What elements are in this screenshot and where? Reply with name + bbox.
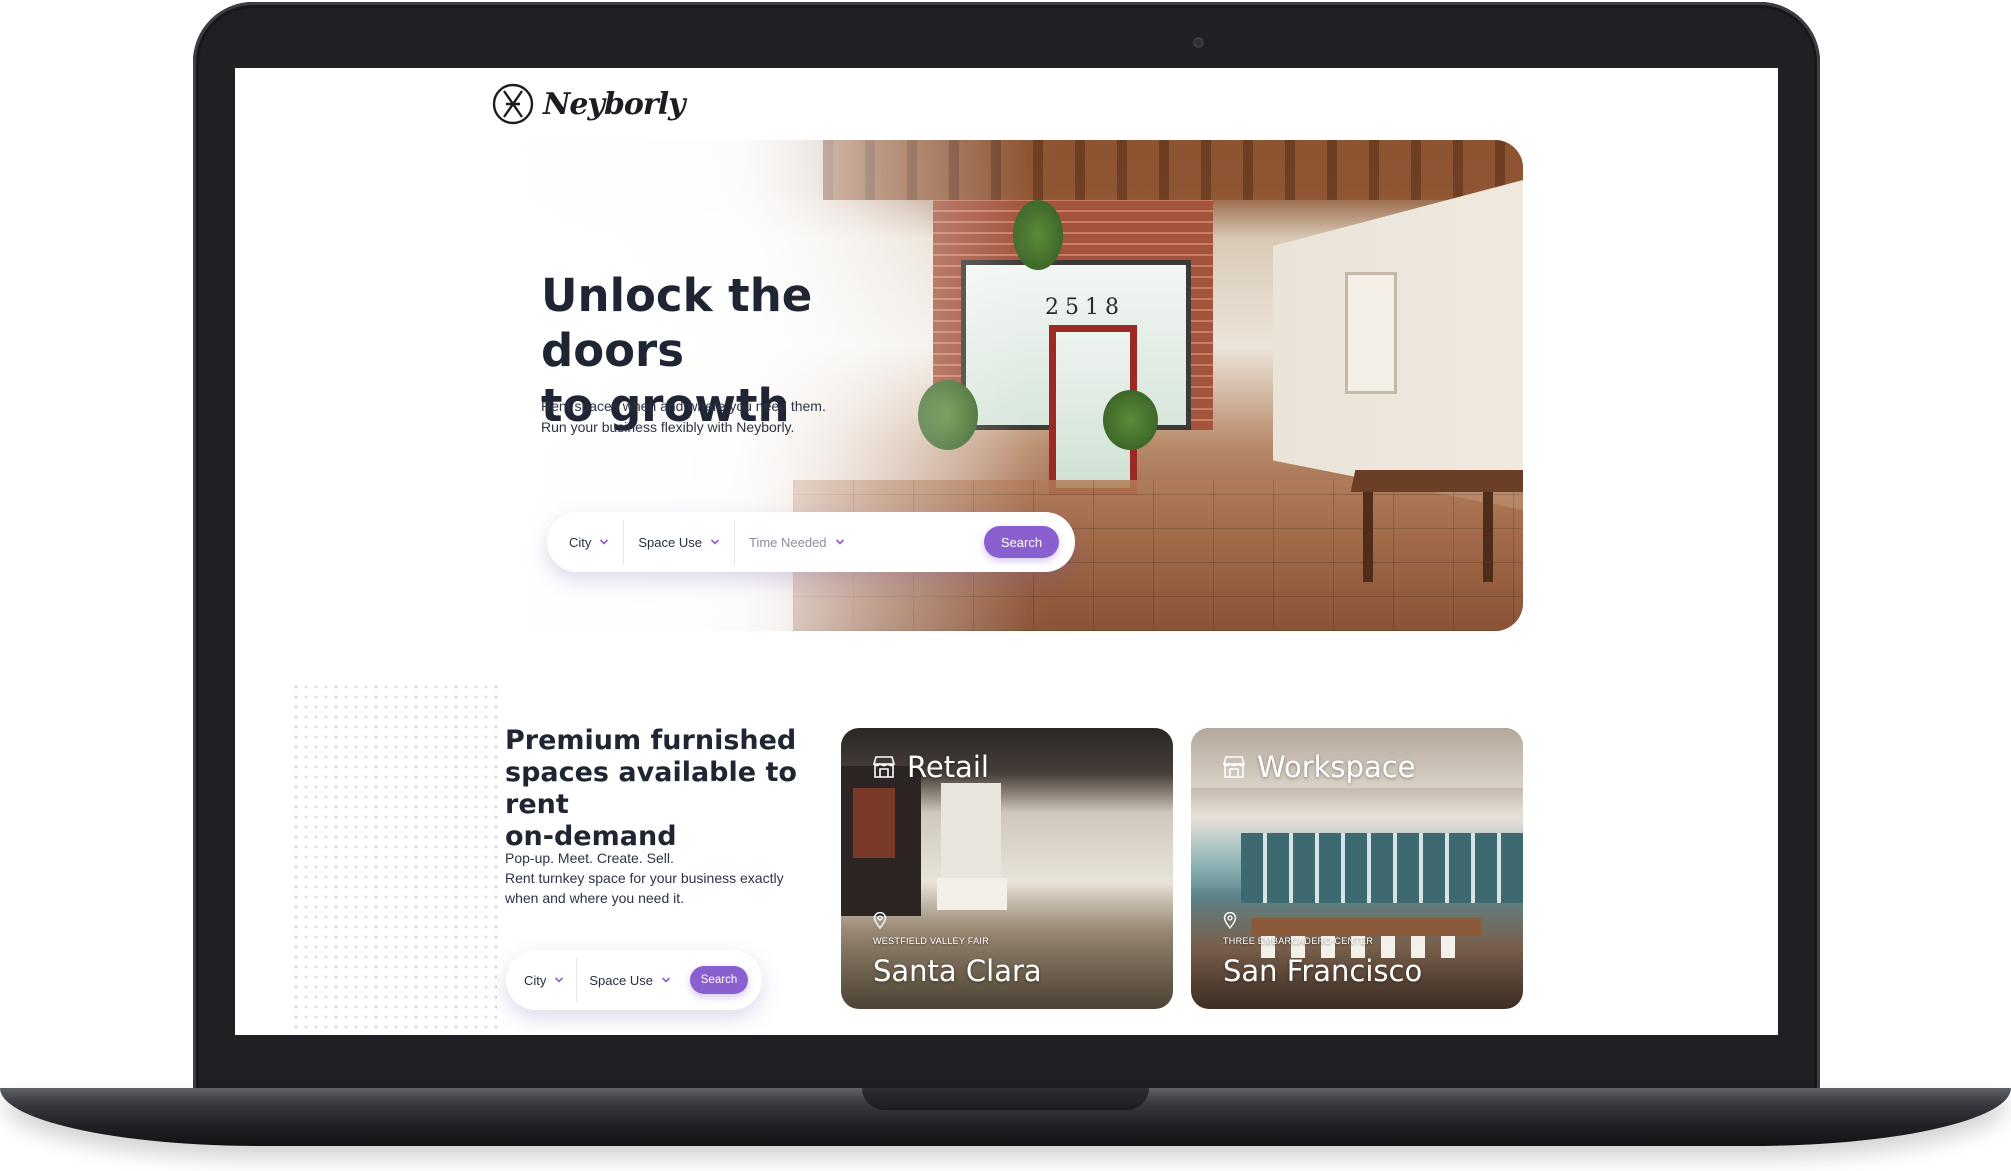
card-venue: WESTFIELD VALLEY FAIR [873, 936, 990, 946]
chevron-down-icon [661, 977, 671, 983]
chevron-down-icon [835, 539, 844, 545]
card-category: Retail [907, 750, 989, 784]
card-venue: THREE EMBARCADERO CENTER [1223, 936, 1374, 946]
hero-subtitle-line2: Run your business flexibly with Neyborly… [541, 419, 795, 435]
section-title-line2: spaces available to rent [505, 757, 797, 820]
logo-mark-icon [492, 83, 534, 125]
section-body-line2: Rent turnkey space for your business exa… [505, 870, 784, 886]
card-photo-counter [937, 878, 1007, 910]
card-photo-panel [941, 783, 1001, 893]
time-needed-placeholder: Time Needed [748, 534, 827, 550]
time-needed-dropdown[interactable]: Time Needed [735, 512, 859, 572]
hero-subtitle-line1: Rent spaces when and where you need them… [541, 398, 826, 414]
laptop-notch [862, 1088, 1149, 1110]
location-pin-icon [1223, 912, 1237, 929]
hero-search-bar: City Space Use Time Needed Search [547, 512, 1075, 572]
section-search-button[interactable]: Search [690, 966, 748, 994]
city-dropdown[interactable]: City [506, 950, 576, 1010]
section-body-line3: when and where you need it. [505, 890, 685, 906]
hero-title-line1: Unlock the doors [541, 269, 813, 377]
city-dropdown-label: City [569, 534, 592, 550]
card-header: Retail [871, 750, 989, 784]
city-dropdown-label: City [524, 972, 547, 988]
section-title-line1: Premium furnished [505, 725, 797, 756]
hero-search-button[interactable]: Search [984, 526, 1059, 558]
chevron-down-icon [600, 539, 609, 545]
storefront-icon [872, 756, 896, 778]
card-photo-windows [1241, 833, 1523, 903]
section-body-line1: Pop-up. Meet. Create. Sell. [505, 850, 674, 866]
card-city: Santa Clara [873, 954, 1042, 988]
card-category: Workspace [1257, 750, 1416, 784]
section-body: Pop-up. Meet. Create. Sell. Rent turnkey… [505, 848, 815, 908]
space-card-workspace[interactable]: Workspace THREE EMBARCADERO CENTER San F… [1191, 728, 1523, 1009]
space-use-dropdown[interactable]: Space Use [624, 512, 734, 572]
section-title: Premium furnished spaces available to re… [505, 725, 835, 853]
card-photo-table [1251, 918, 1481, 936]
space-use-dropdown-label: Space Use [589, 972, 653, 988]
camera-dot [1193, 37, 1204, 48]
section-search-bar: City Space Use Search [506, 950, 762, 1010]
card-city: San Francisco [1223, 954, 1423, 988]
card-header: Workspace [1221, 750, 1416, 784]
storefront-icon [1222, 756, 1246, 778]
chevron-down-icon [710, 539, 720, 545]
space-use-dropdown[interactable]: Space Use [577, 950, 683, 1010]
location-pin-icon [873, 912, 887, 929]
space-use-dropdown-label: Space Use [638, 534, 702, 550]
dot-pattern [291, 682, 501, 1034]
hero-subtitle: Rent spaces when and where you need them… [541, 396, 941, 438]
hero-banner: 2518 Unlock the doors to growth Rent spa… [493, 140, 1523, 631]
screen: Neyborly 2518 Unlock the doors to growth… [235, 68, 1778, 1035]
space-card-retail[interactable]: Retail WESTFIELD VALLEY FAIR Santa Clara [841, 728, 1173, 1009]
city-dropdown[interactable]: City [547, 512, 623, 572]
card-photo-art [853, 788, 895, 858]
brand-logo[interactable]: Neyborly [491, 82, 686, 126]
chevron-down-icon [555, 977, 564, 983]
brand-name: Neyborly [543, 86, 686, 122]
